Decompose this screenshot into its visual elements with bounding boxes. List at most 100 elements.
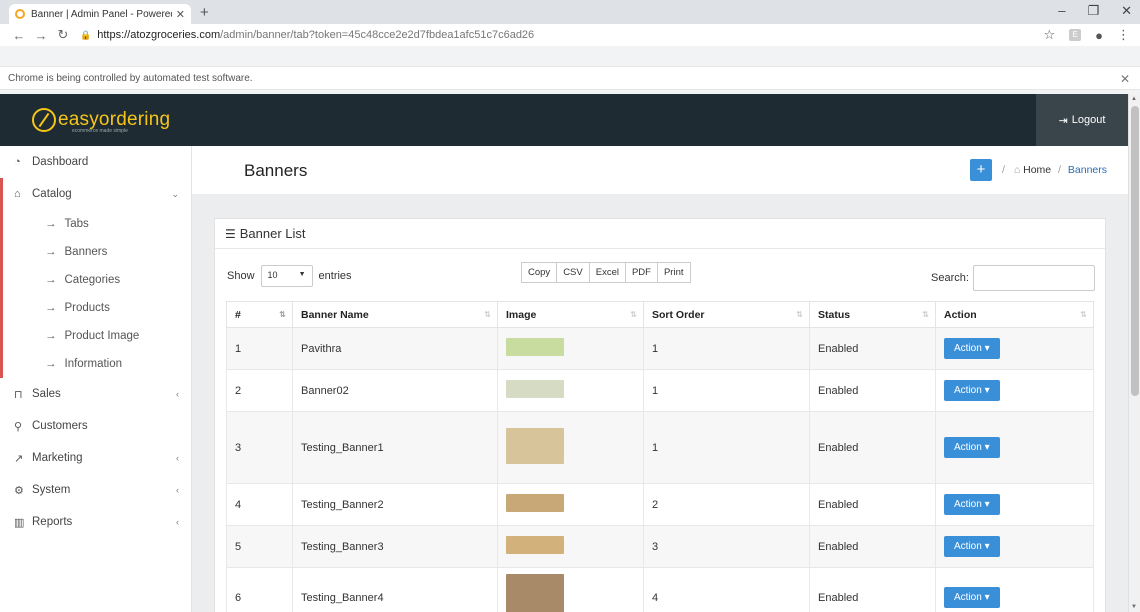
new-tab-icon[interactable]: +: [200, 4, 209, 21]
action-label: Action: [954, 442, 982, 453]
browser-tab[interactable]: Banner | Admin Panel - Powered ✕: [9, 4, 191, 24]
gear-icon: ⚙: [14, 484, 24, 497]
sidebar-item-marketing[interactable]: ↗ Marketing ‹: [0, 442, 191, 474]
banner-thumbnail: [506, 338, 564, 356]
extension-icon[interactable]: E: [1069, 29, 1082, 41]
sidebar-item-reports[interactable]: ▥ Reports ‹: [0, 506, 191, 538]
cell-action: Action ▾: [935, 483, 1094, 526]
panel-header: ☰ Banner List: [215, 219, 1105, 249]
search-input[interactable]: [972, 265, 1095, 291]
cell-banner-name: Pavithra: [292, 327, 498, 370]
action-dropdown-button[interactable]: Action ▾: [944, 536, 1000, 557]
caret-down-icon: ▾: [984, 541, 990, 552]
cell-banner-name: Testing_Banner3: [292, 525, 498, 568]
sidebar-sub-tabs[interactable]: → Tabs: [3, 210, 191, 238]
sidebar-item-dashboard[interactable]: ◔ Dashboard: [0, 146, 191, 178]
scroll-up-icon[interactable]: ▲: [1131, 96, 1137, 102]
breadcrumb-home-link[interactable]: Home: [1023, 164, 1051, 176]
scrollbar-thumb[interactable]: [1131, 106, 1139, 396]
breadcrumb-separator: /: [1002, 164, 1005, 176]
search-control: Search:: [931, 265, 1095, 291]
close-window-icon[interactable]: ✕: [1121, 3, 1132, 19]
entries-value: 10: [267, 270, 278, 280]
url-host: https://atozgroceries.com: [97, 29, 221, 41]
minimize-icon[interactable]: –: [1058, 3, 1065, 19]
action-label: Action: [954, 343, 982, 354]
reload-icon[interactable]: ↻: [52, 27, 74, 43]
infobar-text: Chrome is being controlled by automated …: [8, 73, 253, 84]
table-row: 5 Testing_Banner3 3 Enabled Action ▾: [226, 525, 1094, 568]
cell-action: Action ▾: [935, 327, 1094, 370]
csv-button[interactable]: CSV: [556, 262, 590, 283]
cell-action: Action ▾: [935, 369, 1094, 412]
forward-icon[interactable]: →: [30, 28, 52, 43]
address-bar[interactable]: 🔒 https://atozgroceries.com/admin/banner…: [80, 26, 534, 44]
sidebar-item-catalog[interactable]: ⌂ Catalog ⌄: [3, 178, 191, 210]
caret-down-icon: ▾: [984, 385, 990, 396]
profile-icon[interactable]: ●: [1095, 28, 1103, 43]
column-header-sort-order[interactable]: Sort Order ⇅: [643, 301, 810, 328]
action-dropdown-button[interactable]: Action ▾: [944, 494, 1000, 515]
arrow-right-icon: →: [45, 218, 57, 230]
menu-kebab-icon[interactable]: ⋮: [1117, 27, 1130, 43]
table-controls: Show 10 ▼ entries Copy CSV Excel PDF Prin…: [215, 249, 1105, 291]
table-row: 1 Pavithra 1 Enabled Action ▾: [226, 327, 1094, 370]
breadcrumb-current: Banners: [1067, 164, 1107, 176]
action-dropdown-button[interactable]: Action ▾: [944, 338, 1000, 359]
action-dropdown-button[interactable]: Action ▾: [944, 437, 1000, 458]
cell-status: Enabled: [809, 567, 936, 612]
sidebar-sub-product-image[interactable]: → Product Image: [3, 322, 191, 350]
logout-button[interactable]: ⇥ Logout: [1036, 94, 1128, 146]
favicon-icon: [15, 9, 25, 19]
scroll-down-icon[interactable]: ▼: [1131, 604, 1137, 610]
bookmark-star-icon[interactable]: ☆: [1043, 27, 1055, 43]
pdf-button[interactable]: PDF: [624, 262, 658, 283]
entries-select[interactable]: 10 ▼: [260, 265, 313, 287]
arrow-right-icon: →: [45, 302, 57, 314]
maximize-icon[interactable]: ❐: [1087, 3, 1099, 19]
column-header-label: Action: [944, 308, 977, 321]
sort-icon: ⇅: [1080, 310, 1087, 319]
sidebar-sub-label: Categories: [64, 274, 121, 286]
copy-button[interactable]: Copy: [521, 262, 558, 283]
column-header-status[interactable]: Status ⇅: [809, 301, 936, 328]
banner-thumbnail: [506, 494, 564, 512]
breadcrumb: / ⌂ Home / Banners: [1002, 164, 1107, 176]
chevron-left-icon: ‹: [176, 389, 179, 399]
sidebar-sub-information[interactable]: → Information: [3, 350, 191, 378]
cell-image: [497, 369, 644, 412]
cell-action: Action ▾: [935, 567, 1094, 612]
excel-button[interactable]: Excel: [588, 262, 626, 283]
back-icon[interactable]: ←: [8, 28, 30, 43]
user-icon: ⚲: [14, 420, 23, 433]
sidebar-sub-categories[interactable]: → Categories: [3, 266, 191, 294]
breadcrumb-separator: /: [1058, 164, 1061, 176]
cell-banner-name: Testing_Banner1: [292, 411, 498, 484]
print-button[interactable]: Print: [656, 262, 691, 283]
sidebar-item-sales[interactable]: ⊓ Sales ‹: [0, 378, 191, 410]
infobar-close-icon[interactable]: ✕: [1120, 72, 1130, 86]
banner-list-panel: ☰ Banner List Show 10 ▼ entries Copy CSV …: [214, 218, 1106, 612]
logo[interactable]: easyordering ecommerce made simple: [0, 94, 192, 146]
table-row: 2 Banner02 1 Enabled Action ▾: [226, 369, 1094, 412]
sidebar-sub-banners[interactable]: → Banners: [3, 238, 191, 266]
column-header-number[interactable]: # ⇅: [226, 301, 293, 328]
sidebar-item-system[interactable]: ⚙ System ‹: [0, 474, 191, 506]
table-header-row: # ⇅ Banner Name ⇅ Image ⇅ Sort Order ⇅ Statu…: [226, 301, 1094, 328]
cell-image: [497, 327, 644, 370]
page-scrollbar[interactable]: ▲ ▼: [1128, 94, 1140, 612]
add-banner-button[interactable]: +: [970, 159, 992, 181]
column-header-image[interactable]: Image ⇅: [497, 301, 644, 328]
column-header-action[interactable]: Action ⇅: [935, 301, 1094, 328]
tag-icon: ⌂: [14, 188, 21, 200]
cell-number: 4: [226, 483, 293, 526]
action-dropdown-button[interactable]: Action ▾: [944, 380, 1000, 401]
action-dropdown-button[interactable]: Action ▾: [944, 587, 1000, 608]
sidebar-item-customers[interactable]: ⚲ Customers: [0, 410, 191, 442]
cell-image: [497, 567, 644, 612]
close-tab-icon[interactable]: ✕: [176, 8, 185, 21]
cell-status: Enabled: [809, 525, 936, 568]
sidebar-item-label: System: [32, 484, 71, 496]
column-header-banner-name[interactable]: Banner Name ⇅: [292, 301, 498, 328]
sidebar-sub-products[interactable]: → Products: [3, 294, 191, 322]
